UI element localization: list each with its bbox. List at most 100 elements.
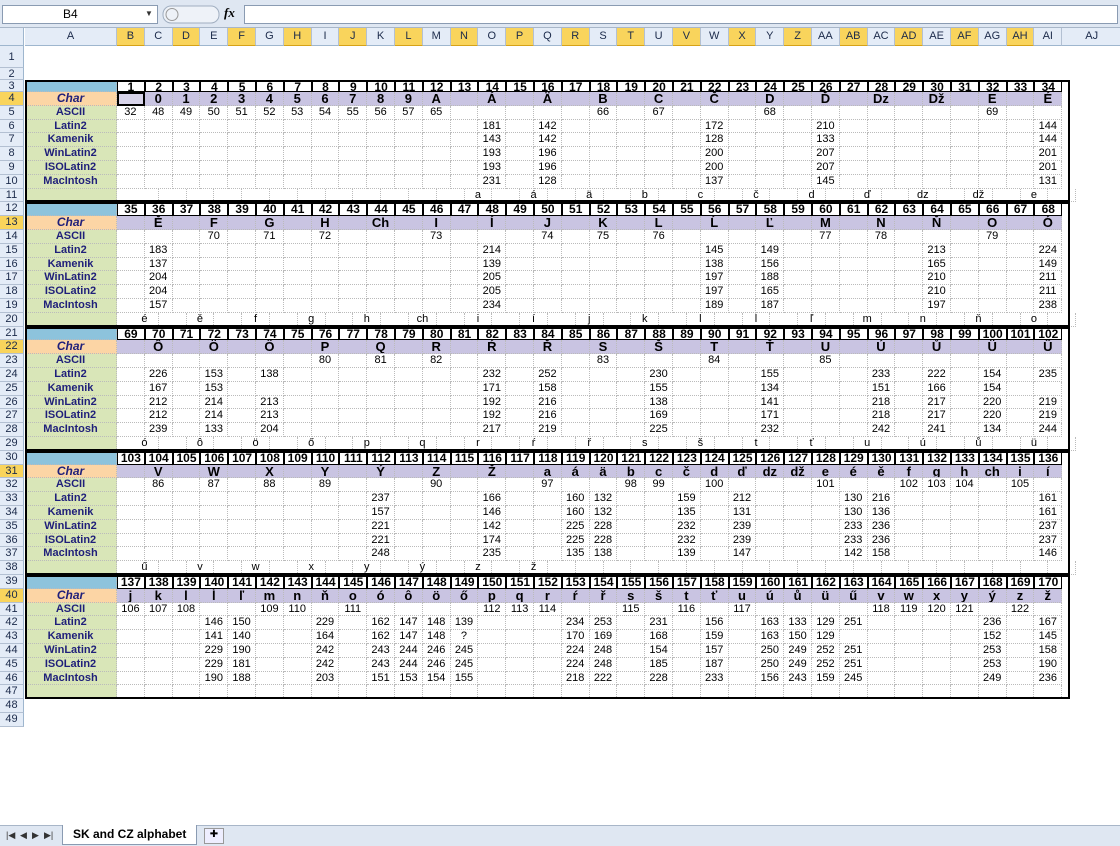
char-cell[interactable] bbox=[117, 464, 145, 479]
code-value[interactable] bbox=[1006, 174, 1035, 189]
code-value[interactable]: 106 bbox=[117, 602, 145, 617]
code-value[interactable] bbox=[978, 354, 1007, 368]
code-value[interactable] bbox=[450, 133, 479, 148]
row-header-39[interactable]: 39 bbox=[0, 575, 24, 589]
code-number[interactable]: 27 bbox=[839, 80, 868, 92]
code-value[interactable] bbox=[728, 423, 757, 437]
code-value[interactable] bbox=[450, 381, 479, 396]
code-value[interactable] bbox=[339, 423, 368, 437]
code-value[interactable] bbox=[728, 395, 757, 410]
lowercase-char[interactable] bbox=[436, 312, 465, 327]
lowercase-char[interactable] bbox=[826, 437, 854, 451]
code-value[interactable]: 128 bbox=[700, 133, 729, 148]
row-label-latin2[interactable]: Latin2 bbox=[25, 492, 117, 506]
code-value[interactable] bbox=[673, 271, 701, 286]
code-number[interactable]: 12 bbox=[422, 80, 451, 92]
code-value[interactable] bbox=[617, 133, 646, 148]
code-value[interactable] bbox=[256, 354, 284, 368]
code-value[interactable] bbox=[478, 657, 507, 672]
code-value[interactable] bbox=[673, 657, 701, 672]
lowercase-char[interactable] bbox=[992, 561, 1021, 575]
code-value[interactable] bbox=[450, 243, 479, 258]
code-value[interactable] bbox=[645, 174, 673, 189]
code-value[interactable]: 239 bbox=[728, 533, 757, 548]
code-value[interactable] bbox=[506, 299, 534, 313]
char-cell[interactable] bbox=[895, 92, 924, 106]
code-value[interactable] bbox=[172, 533, 201, 548]
empty-cell[interactable] bbox=[256, 685, 284, 700]
lowercase-char[interactable] bbox=[937, 561, 965, 575]
lowercase-char[interactable]: é bbox=[131, 312, 159, 327]
char-cell[interactable]: a bbox=[534, 464, 562, 479]
code-value[interactable] bbox=[951, 547, 979, 562]
code-value[interactable] bbox=[117, 657, 145, 672]
row-header-29[interactable]: 29 bbox=[0, 437, 24, 451]
code-value[interactable] bbox=[283, 257, 312, 272]
code-number[interactable]: 100 bbox=[978, 326, 1007, 341]
code-value[interactable] bbox=[450, 395, 479, 410]
code-value[interactable] bbox=[589, 161, 618, 175]
code-value[interactable] bbox=[283, 616, 312, 631]
row-header-7[interactable]: 7 bbox=[0, 133, 24, 148]
block-header-band[interactable] bbox=[25, 326, 117, 341]
row-label-kamenik[interactable]: Kamenik bbox=[25, 506, 117, 520]
code-value[interactable] bbox=[311, 257, 340, 272]
row-label-kamenik[interactable]: Kamenik bbox=[25, 257, 117, 272]
code-number[interactable]: 58 bbox=[756, 202, 785, 217]
code-value[interactable] bbox=[367, 119, 395, 134]
code-value[interactable] bbox=[311, 409, 340, 424]
lowercase-char[interactable] bbox=[325, 437, 354, 451]
code-value[interactable] bbox=[395, 492, 423, 506]
code-value[interactable]: 145 bbox=[700, 243, 729, 258]
code-value[interactable] bbox=[200, 547, 229, 562]
code-value[interactable]: 163 bbox=[756, 616, 785, 631]
lowercase-char[interactable]: l bbox=[687, 312, 715, 327]
char-cell[interactable]: T bbox=[700, 340, 729, 355]
code-value[interactable]: 146 bbox=[200, 616, 229, 631]
code-value[interactable] bbox=[395, 299, 423, 313]
empty-cell[interactable] bbox=[561, 685, 590, 700]
code-number[interactable]: 64 bbox=[923, 202, 951, 217]
code-value[interactable] bbox=[700, 395, 729, 410]
code-value[interactable]: 252 bbox=[534, 368, 562, 382]
char-cell[interactable]: Ť bbox=[756, 340, 785, 355]
code-value[interactable] bbox=[951, 630, 979, 644]
code-value[interactable]: 122 bbox=[1006, 602, 1035, 617]
char-cell[interactable]: j bbox=[117, 588, 145, 603]
code-value[interactable] bbox=[534, 271, 562, 286]
code-value[interactable] bbox=[589, 147, 618, 161]
char-cell[interactable] bbox=[339, 340, 368, 355]
row-header-42[interactable]: 42 bbox=[0, 616, 24, 631]
code-value[interactable] bbox=[172, 381, 201, 396]
code-value[interactable] bbox=[172, 547, 201, 562]
code-value[interactable] bbox=[534, 506, 562, 520]
code-value[interactable] bbox=[200, 602, 229, 617]
code-value[interactable] bbox=[951, 271, 979, 286]
code-value[interactable] bbox=[172, 174, 201, 189]
code-number[interactable]: 82 bbox=[478, 326, 507, 341]
code-number[interactable]: 138 bbox=[144, 575, 173, 589]
code-value[interactable]: 219 bbox=[534, 423, 562, 437]
last-sheet-icon[interactable]: ▶| bbox=[44, 830, 53, 841]
code-value[interactable]: 153 bbox=[200, 368, 229, 382]
char-cell[interactable]: Q bbox=[367, 340, 395, 355]
code-number[interactable]: 60 bbox=[812, 202, 840, 217]
code-value[interactable]: 75 bbox=[589, 230, 618, 244]
code-number[interactable]: 33 bbox=[1006, 80, 1035, 92]
code-value[interactable] bbox=[256, 506, 284, 520]
char-cell[interactable]: Á bbox=[478, 92, 507, 106]
lowercase-char[interactable] bbox=[436, 437, 465, 451]
code-value[interactable] bbox=[784, 271, 812, 286]
code-value[interactable]: 219 bbox=[1034, 409, 1063, 424]
code-number[interactable]: 120 bbox=[589, 450, 618, 465]
code-value[interactable] bbox=[561, 230, 590, 244]
row-header-10[interactable]: 10 bbox=[0, 174, 24, 189]
code-value[interactable]: 114 bbox=[534, 602, 562, 617]
code-number[interactable]: 67 bbox=[1006, 202, 1035, 217]
code-value[interactable] bbox=[561, 161, 590, 175]
code-value[interactable] bbox=[311, 395, 340, 410]
row-header-34[interactable]: 34 bbox=[0, 506, 24, 520]
char-cell[interactable] bbox=[784, 92, 812, 106]
code-value[interactable]: 218 bbox=[867, 395, 896, 410]
code-value[interactable] bbox=[812, 257, 840, 272]
